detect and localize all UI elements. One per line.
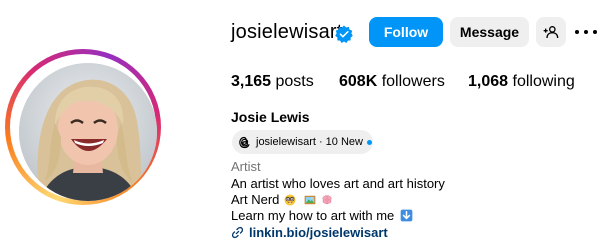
username: josielewisart xyxy=(231,21,343,43)
verified-badge-icon xyxy=(335,25,353,43)
follow-button[interactable]: Follow xyxy=(369,17,443,47)
threads-badge[interactable]: josielewisart · 10 New xyxy=(232,130,373,154)
add-user-icon xyxy=(543,26,559,39)
bio-text: Learn my how to art with me xyxy=(231,208,395,223)
posts-label: posts xyxy=(275,73,314,90)
following-label: following xyxy=(512,73,575,90)
followers-link[interactable]: 608K followers xyxy=(339,73,445,91)
bio-text: Art Nerd xyxy=(231,192,280,207)
bio-line: Learn my how to art with me xyxy=(231,208,413,223)
new-indicator-dot xyxy=(366,139,372,145)
more-options-icon[interactable] xyxy=(575,24,597,40)
framed-picture-emoji-icon xyxy=(305,195,316,204)
following-number: 1,068 xyxy=(468,73,509,90)
followers-number: 608K xyxy=(339,73,378,90)
bio-line: An artist who loves art and art history xyxy=(231,176,445,191)
avatar[interactable] xyxy=(19,63,157,201)
message-button[interactable]: Message xyxy=(450,17,529,47)
down-arrow-emoji-icon xyxy=(400,209,413,222)
suggested-accounts-button[interactable] xyxy=(536,17,566,47)
brain-emoji-icon xyxy=(322,194,332,204)
full-name: Josie Lewis xyxy=(231,109,310,125)
bio-link-text[interactable]: linkin.bio/josielewisart xyxy=(249,225,388,240)
followers-label: followers xyxy=(381,73,445,90)
profile-header: josielewisart Follow Message 3,165 posts… xyxy=(0,0,600,250)
story-ring[interactable] xyxy=(5,49,161,205)
threads-icon xyxy=(239,136,250,148)
bio-link[interactable]: linkin.bio/josielewisart xyxy=(231,225,388,240)
following-link[interactable]: 1,068 following xyxy=(468,73,575,91)
nerd-face-emoji-icon xyxy=(285,194,296,205)
posts-count: 3,165 posts xyxy=(231,73,314,91)
posts-number: 3,165 xyxy=(231,73,272,90)
link-icon xyxy=(231,226,244,239)
threads-handle: josielewisart · 10 New xyxy=(256,136,363,148)
category-label: Artist xyxy=(231,159,261,174)
bio-line: Art Nerd xyxy=(231,192,333,207)
